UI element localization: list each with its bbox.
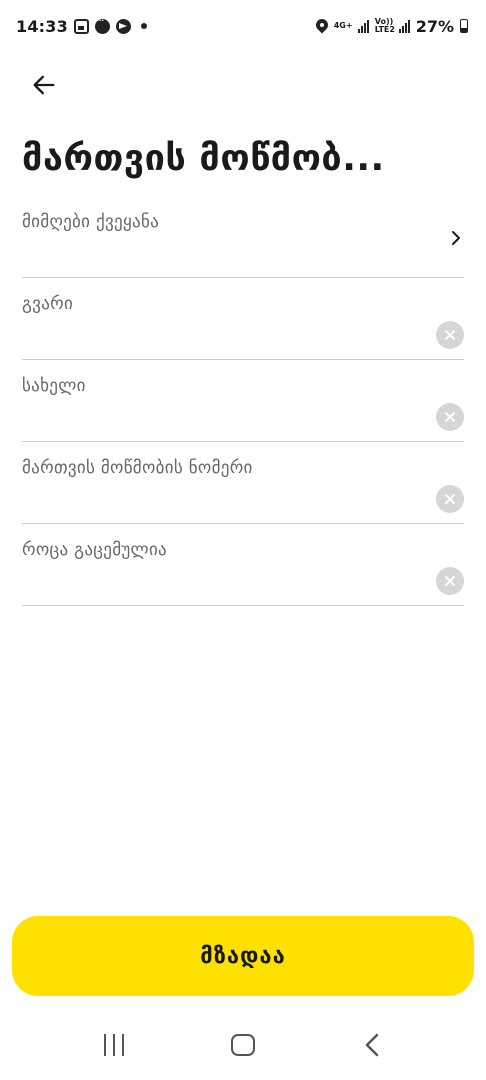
clear-icon bbox=[445, 494, 455, 504]
battery-icon bbox=[460, 19, 468, 33]
field-value bbox=[22, 240, 402, 264]
license-form: მიმღები ქვეყანა გვარი სახელი მართვის მოწ… bbox=[22, 196, 464, 606]
field-recipient-country[interactable]: მიმღები ქვეყანა bbox=[22, 196, 464, 278]
status-time: 14:33 bbox=[16, 16, 68, 36]
field-issue-date[interactable]: როცა გაცემულია bbox=[22, 524, 464, 606]
submit-button[interactable]: მზადაა bbox=[12, 916, 474, 996]
issue-date-input[interactable] bbox=[22, 568, 402, 592]
first-name-input[interactable] bbox=[22, 404, 402, 428]
chat-icon bbox=[94, 14, 110, 34]
field-label: სახელი bbox=[22, 376, 86, 396]
battery-percent: 27% bbox=[415, 16, 454, 36]
arrow-left-icon bbox=[33, 75, 55, 95]
clear-button[interactable] bbox=[436, 567, 464, 595]
clear-icon bbox=[445, 330, 455, 340]
field-first-name[interactable]: სახელი bbox=[22, 360, 464, 442]
page-title: მართვის მოწმობ... bbox=[22, 138, 385, 179]
clear-button[interactable] bbox=[436, 403, 464, 431]
status-bar: 14:33 4G+ Vo)) LTE2 27% bbox=[0, 0, 486, 52]
location-icon bbox=[316, 19, 328, 34]
volte-badge: Vo)) LTE2 bbox=[374, 17, 395, 34]
nav-back-icon bbox=[365, 1033, 378, 1057]
field-license-number[interactable]: მართვის მოწმობის ნომერი bbox=[22, 442, 464, 524]
field-label: როცა გაცემულია bbox=[22, 540, 167, 560]
screen: 14:33 4G+ Vo)) LTE2 27% მართვის მოწმობ..… bbox=[0, 0, 486, 1080]
clear-icon bbox=[445, 412, 455, 422]
status-left: 14:33 bbox=[16, 14, 147, 36]
recent-apps-icon bbox=[104, 1034, 125, 1056]
home-button[interactable] bbox=[213, 1020, 273, 1070]
field-surname[interactable]: გვარი bbox=[22, 278, 464, 360]
navigation-bar bbox=[0, 1010, 486, 1080]
surname-input[interactable] bbox=[22, 322, 402, 346]
field-label: მიმღები ქვეყანა bbox=[22, 212, 160, 232]
clear-button[interactable] bbox=[436, 321, 464, 349]
telegram-icon bbox=[115, 18, 131, 34]
nav-back-button[interactable] bbox=[342, 1020, 402, 1070]
notification-dot-icon bbox=[140, 23, 147, 29]
status-right: 4G+ Vo)) LTE2 27% bbox=[316, 17, 468, 36]
field-label: მართვის მოწმობის ნომერი bbox=[22, 458, 253, 478]
field-label: გვარი bbox=[22, 294, 74, 314]
recent-apps-button[interactable] bbox=[84, 1020, 144, 1070]
chevron-right-icon bbox=[452, 231, 460, 245]
network-type: 4G+ bbox=[333, 21, 353, 30]
clear-icon bbox=[445, 576, 455, 586]
gallery-icon bbox=[73, 18, 89, 34]
license-number-input[interactable] bbox=[22, 486, 402, 510]
clear-button[interactable] bbox=[436, 485, 464, 513]
home-icon bbox=[230, 1034, 255, 1056]
signal-2-icon bbox=[398, 19, 410, 33]
back-button[interactable] bbox=[20, 64, 68, 106]
signal-icon bbox=[357, 19, 369, 33]
